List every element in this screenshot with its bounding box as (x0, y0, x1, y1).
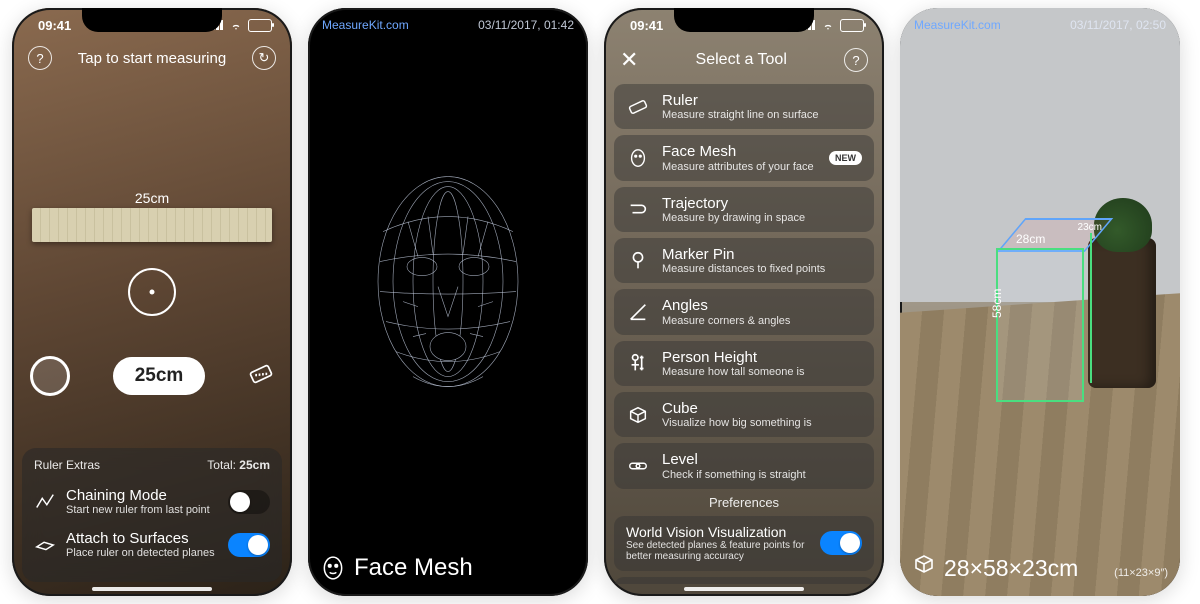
tool-trajectory[interactable]: TrajectoryMeasure by drawing in space (614, 187, 874, 232)
tool-person-height[interactable]: Person HeightMeasure how tall someone is (614, 341, 874, 386)
cube-dimensions-alt: (11×23×9″) (1114, 567, 1168, 579)
angle-icon (626, 300, 650, 324)
face-icon (626, 146, 650, 170)
home-indicator[interactable] (92, 587, 212, 591)
battery-icon (248, 19, 272, 32)
cube-icon (626, 403, 650, 427)
watermark-timestamp: 03/11/2017, 02:50 (1070, 18, 1166, 32)
face-icon (320, 555, 346, 581)
cube-depth-label: 23cm (1078, 222, 1102, 233)
chain-icon (34, 491, 56, 513)
refresh-button[interactable]: ↻ (252, 46, 276, 70)
pref-attach-surfaces[interactable]: Attach to Surfaces Place ruler on detect… (34, 523, 270, 566)
help-button[interactable]: ? (28, 46, 52, 70)
ruler-tool-button[interactable] (248, 361, 274, 392)
surface-icon (34, 534, 56, 556)
modal-title: Select a Tool (696, 51, 787, 69)
cube-icon (912, 552, 936, 576)
cube-height-label: 58cm (990, 289, 1004, 318)
watermark-brand: MeasureKit.com (914, 18, 1001, 32)
screenshot-tool-select: 09:41 ✕ Select a Tool ? RulerMeasure str… (604, 8, 884, 596)
preferences-header: Preferences (614, 495, 874, 510)
tool-angles[interactable]: AnglesMeasure corners & angles (614, 289, 874, 334)
total-readout: Total: 25cm (207, 458, 270, 472)
physical-ruler (32, 208, 272, 242)
person-icon (626, 351, 650, 375)
screenshot-cube: MeasureKit.com 03/11/2017, 02:50 28cm 23… (900, 8, 1180, 596)
hint-text: Tap to start measuring (78, 50, 226, 67)
cube-width-label: 28cm (1016, 232, 1045, 246)
wifi-icon (229, 20, 243, 30)
tool-list[interactable]: RulerMeasure straight line on surface Fa… (614, 84, 874, 584)
face-mesh-visual (358, 162, 538, 422)
close-button[interactable]: ✕ (620, 49, 638, 71)
toggle-world-vision[interactable] (820, 531, 862, 555)
pref-chaining-mode[interactable]: Chaining Mode Start new ruler from last … (34, 480, 270, 523)
battery-icon (840, 19, 864, 32)
wifi-icon (821, 20, 835, 30)
tool-cube[interactable]: CubeVisualize how big something is (614, 392, 874, 437)
pref-flashlight[interactable]: Enable FlashlightBetter lighting improve… (614, 577, 874, 584)
pref-world-vision[interactable]: World Vision VisualizationSee detected p… (614, 516, 874, 571)
capture-button[interactable] (30, 356, 70, 396)
tool-level[interactable]: LevelCheck if something is straight (614, 443, 874, 488)
device-notch (82, 8, 222, 32)
home-indicator[interactable] (684, 587, 804, 591)
mode-label: Face Mesh (354, 554, 473, 582)
trajectory-icon (626, 197, 650, 221)
level-icon (626, 454, 650, 478)
status-time: 09:41 (630, 18, 663, 33)
ruler-icon (626, 95, 650, 119)
tool-face-mesh[interactable]: Face MeshMeasure attributes of your face… (614, 135, 874, 180)
toggle-attach[interactable] (228, 533, 270, 557)
device-notch (674, 8, 814, 32)
pin-icon (626, 249, 650, 273)
tool-ruler[interactable]: RulerMeasure straight line on surface (614, 84, 874, 129)
status-time: 09:41 (38, 18, 71, 33)
crosshair-target (128, 268, 176, 316)
extras-title: Ruler Extras (34, 458, 100, 472)
measurement-label: 25cm (135, 190, 169, 206)
watermark-timestamp: 03/11/2017, 01:42 (478, 18, 574, 32)
toggle-chaining[interactable] (228, 490, 270, 514)
watermark-brand: MeasureKit.com (322, 18, 409, 32)
measurement-pill[interactable]: 25cm (113, 357, 206, 395)
ar-cube[interactable]: 28cm 23cm 58cm (996, 218, 1100, 398)
tool-marker-pin[interactable]: Marker PinMeasure distances to fixed poi… (614, 238, 874, 283)
new-badge: NEW (829, 151, 862, 165)
screenshot-face-mesh: MeasureKit.com 03/11/2017, 01:42 Face Me… (308, 8, 588, 596)
screenshot-ruler: 09:41 ? Tap to start measuring ↻ 25cm 25… (12, 8, 292, 596)
ruler-extras-panel: Ruler Extras Total: 25cm Chaining Mode S… (22, 448, 282, 582)
help-button[interactable]: ? (844, 48, 868, 72)
cube-dimensions: 28×58×23cm (944, 555, 1078, 582)
